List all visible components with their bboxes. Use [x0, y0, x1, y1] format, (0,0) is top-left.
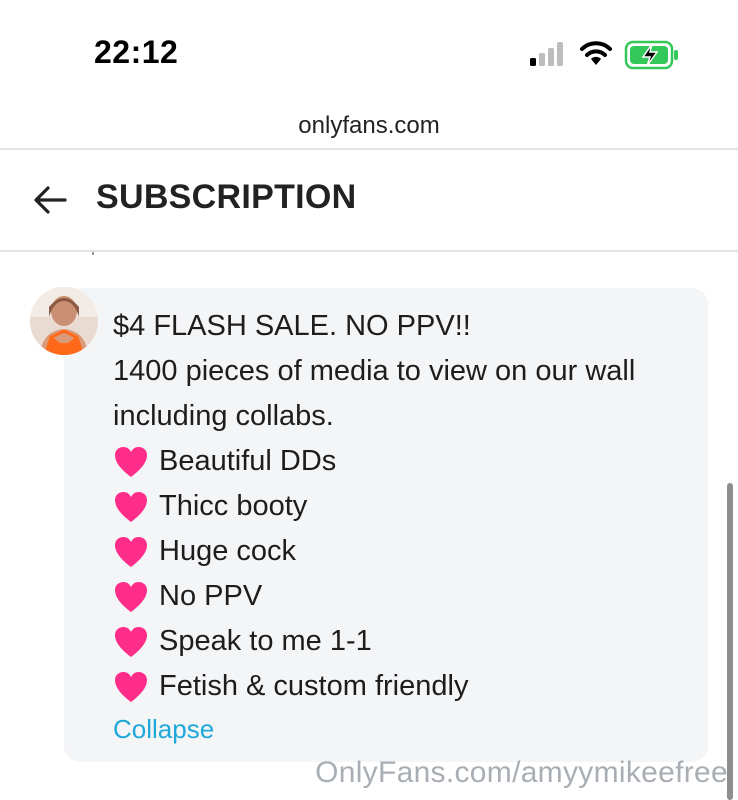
list-item: Huge cock [113, 529, 703, 574]
user-avatar[interactable] [30, 287, 98, 355]
message-line: 1400 pieces of media to view on our wall [113, 355, 636, 387]
list-item: Thicc booty [113, 484, 703, 529]
message-line: including collabs. [113, 400, 334, 432]
back-button[interactable] [30, 180, 70, 220]
cellular-signal-icon [530, 42, 563, 66]
divider [0, 148, 738, 150]
list-item-label: Beautiful DDs [159, 445, 337, 477]
scrollbar[interactable] [727, 483, 733, 800]
divider [0, 250, 738, 252]
message-text: $4 FLASH SALE. NO PPV!! 1400 pieces of m… [113, 304, 703, 709]
browser-url[interactable]: onlyfans.com [0, 106, 738, 146]
wifi-icon [580, 41, 612, 65]
pink-heart-icon [115, 446, 147, 477]
avatar-image [30, 287, 98, 355]
status-bar: 22:12 [0, 0, 738, 100]
pink-heart-icon [115, 536, 147, 567]
pink-heart-icon [115, 626, 147, 657]
list-item: Beautiful DDs [113, 439, 703, 484]
list-item: No PPV [113, 574, 703, 619]
battery-charging-icon [624, 40, 678, 70]
status-time: 22:12 [94, 34, 179, 70]
message-line: $4 FLASH SALE. NO PPV!! [113, 310, 471, 342]
pink-heart-icon [115, 671, 147, 702]
divider-mark [92, 252, 94, 255]
list-item-label: Huge cock [159, 535, 297, 567]
list-item-label: Thicc booty [159, 490, 308, 522]
page-title: SUBSCRIPTION [96, 178, 357, 216]
list-item-label: Speak to me 1-1 [159, 625, 372, 657]
watermark: OnlyFans.com/amyymikeefree [315, 756, 728, 789]
collapse-link[interactable]: Collapse [113, 712, 214, 746]
pink-heart-icon [115, 491, 147, 522]
list-item: Speak to me 1-1 [113, 619, 703, 664]
list-item-label: No PPV [159, 580, 263, 612]
pink-heart-icon [115, 581, 147, 612]
list-item: Fetish & custom friendly [113, 664, 703, 709]
list-item-label: Fetish & custom friendly [159, 670, 469, 702]
arrow-left-icon [34, 186, 67, 214]
